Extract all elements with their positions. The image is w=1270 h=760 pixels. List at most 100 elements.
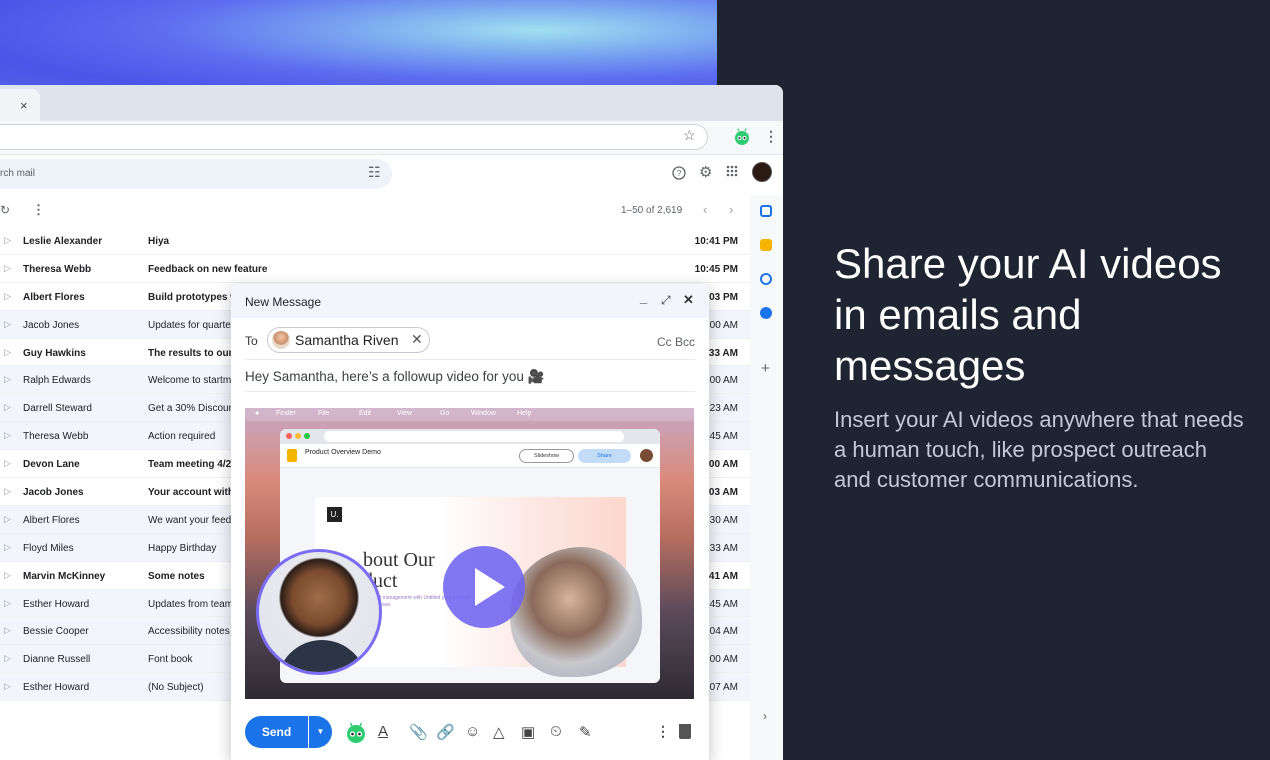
- email-sender: Guy Hawkins: [23, 347, 86, 359]
- email-subject: Hiya: [148, 236, 170, 247]
- email-subject: Updates from team: [148, 598, 234, 610]
- list-toolbar: ↻ ⋮ 1–50 of 2,619 ‹ ›: [0, 195, 750, 227]
- importance-marker-icon[interactable]: ▷: [4, 625, 11, 636]
- insert-photo-icon[interactable]: ▣: [521, 723, 535, 741]
- message-body-line[interactable]: Hey Samantha, here’s a followup video fo…: [245, 362, 695, 392]
- mac-menu-item: View: [397, 410, 413, 417]
- email-sender: Marvin McKinney: [23, 570, 106, 582]
- window-close-dot: [286, 433, 292, 439]
- importance-marker-icon[interactable]: ▷: [4, 542, 11, 553]
- recipient-name: Samantha Riven: [295, 332, 399, 348]
- gmail-header: rch mail ☷ ? ⚙: [0, 155, 783, 193]
- confidential-mode-icon[interactable]: ⏲: [550, 723, 562, 740]
- discard-trash-icon[interactable]: [679, 724, 691, 739]
- send-button[interactable]: Send: [245, 716, 308, 748]
- play-icon: [475, 568, 505, 606]
- importance-marker-icon[interactable]: ▷: [4, 653, 11, 664]
- importance-marker-icon[interactable]: ▷: [4, 681, 11, 692]
- ai-video-bot-icon[interactable]: [345, 722, 367, 749]
- more-options-icon[interactable]: ⋮: [656, 723, 670, 740]
- chevron-right-icon[interactable]: ›: [763, 709, 767, 723]
- email-subject: Some notes: [148, 570, 205, 582]
- attach-file-icon[interactable]: 📎: [409, 723, 428, 741]
- email-subject: Team meeting 4/2: [148, 459, 232, 471]
- email-row[interactable]: ▷ Theresa Webb Feedback on new feature 10:4…: [0, 255, 750, 283]
- pagination-text: 1–50 of 2,619: [621, 205, 683, 216]
- keep-icon[interactable]: [760, 239, 772, 251]
- importance-marker-icon[interactable]: ▷: [4, 347, 11, 358]
- emoji-icon[interactable]: ☺: [465, 723, 480, 740]
- email-row[interactable]: ▷ Leslie Alexander Hiya 10:41 PM: [0, 227, 750, 255]
- importance-marker-icon[interactable]: ▷: [4, 430, 11, 441]
- recipients-row[interactable]: To Samantha Riven ✕ Cc Bcc: [245, 324, 695, 360]
- close-icon[interactable]: ✕: [683, 292, 694, 308]
- tab-strip: ×: [0, 85, 783, 121]
- importance-marker-icon[interactable]: ▷: [4, 402, 11, 413]
- email-time: 41 AM: [708, 570, 738, 582]
- compose-window: New Message _ ⤢ ✕ To Samantha Riven ✕ Cc…: [231, 284, 709, 760]
- importance-marker-icon[interactable]: ▷: [4, 319, 11, 330]
- importance-marker-icon[interactable]: ▷: [4, 486, 11, 497]
- calendar-icon[interactable]: [760, 205, 772, 217]
- text-format-icon[interactable]: A: [378, 723, 388, 740]
- slides-doc-icon: [287, 449, 297, 462]
- email-sender: Darrell Steward: [23, 403, 92, 415]
- contacts-icon[interactable]: [760, 307, 772, 319]
- help-icon[interactable]: ?: [672, 166, 686, 185]
- tasks-icon[interactable]: [760, 273, 772, 285]
- browser-tab[interactable]: ×: [0, 89, 40, 121]
- extension-bot-icon[interactable]: [733, 128, 751, 151]
- email-sender: Leslie Alexander: [23, 236, 103, 247]
- google-apps-icon[interactable]: [726, 164, 738, 180]
- compose-toolbar: Send ▼ A 📎 🔗 ☺ △ ▣ ⏲ ✎ ⋮: [245, 716, 695, 750]
- mac-menu-item: Edit: [359, 410, 372, 417]
- tab-close-icon[interactable]: ×: [20, 98, 28, 113]
- importance-marker-icon[interactable]: ▷: [4, 458, 11, 469]
- email-subject: Accessibility notes: [148, 626, 230, 638]
- importance-marker-icon[interactable]: ▷: [4, 598, 11, 609]
- presenter-shirt: [277, 640, 367, 672]
- add-addon-icon[interactable]: +: [761, 360, 770, 377]
- importance-marker-icon[interactable]: ▷: [4, 570, 11, 581]
- email-subject: Action required: [148, 431, 216, 443]
- mac-menu-item: Help: [517, 410, 532, 417]
- importance-marker-icon[interactable]: ▷: [4, 374, 11, 385]
- mac-menu-item: Window: [471, 410, 496, 417]
- importance-marker-icon[interactable]: ▷: [4, 514, 11, 525]
- browser-menu-icon[interactable]: ⋮: [764, 128, 778, 145]
- drive-icon[interactable]: △: [493, 723, 505, 741]
- play-button[interactable]: [443, 546, 525, 628]
- signature-pen-icon[interactable]: ✎: [579, 723, 592, 741]
- importance-marker-icon[interactable]: ▷: [4, 235, 11, 246]
- account-avatar[interactable]: [752, 162, 772, 182]
- chevron-left-icon[interactable]: ‹: [703, 202, 707, 217]
- search-bar[interactable]: rch mail ☷: [0, 159, 392, 189]
- team-photo: [510, 547, 642, 677]
- minimize-icon[interactable]: _: [640, 290, 647, 305]
- svg-text:?: ?: [677, 169, 682, 178]
- recipient-chip[interactable]: Samantha Riven ✕: [267, 327, 430, 353]
- settings-gear-icon[interactable]: ⚙: [699, 163, 712, 181]
- marketing-subtext: Insert your AI videos anywhere that need…: [834, 407, 1244, 492]
- email-sender: Floyd Miles: [23, 542, 74, 554]
- mac-menu-item: Finder: [276, 410, 296, 417]
- importance-marker-icon[interactable]: ▷: [4, 263, 11, 274]
- embedded-video-thumbnail[interactable]: ● Finder File Edit View Go Window Help Product …: [245, 408, 694, 699]
- chevron-right-icon[interactable]: ›: [729, 202, 733, 217]
- insert-link-icon[interactable]: 🔗: [436, 723, 455, 741]
- doc-toolbar: Product Overview Demo Slideshow Share: [280, 444, 660, 468]
- importance-marker-icon[interactable]: ▷: [4, 291, 11, 302]
- email-time: 03 AM: [708, 487, 738, 499]
- email-time: 00 AM: [709, 319, 738, 331]
- search-options-icon[interactable]: ☷: [368, 164, 381, 181]
- cc-bcc-link[interactable]: Cc Bcc: [657, 335, 695, 349]
- refresh-icon[interactable]: ↻: [0, 203, 10, 217]
- expand-icon[interactable]: ⤢: [661, 293, 671, 308]
- bookmark-star-icon[interactable]: ☆: [683, 127, 696, 144]
- address-bar[interactable]: [0, 124, 708, 150]
- email-sender: Theresa Webb: [23, 431, 89, 443]
- more-actions-icon[interactable]: ⋮: [32, 202, 45, 218]
- remove-recipient-icon[interactable]: ✕: [411, 331, 423, 348]
- email-subject: Happy Birthday: [148, 542, 217, 554]
- send-options-dropdown[interactable]: ▼: [309, 716, 332, 748]
